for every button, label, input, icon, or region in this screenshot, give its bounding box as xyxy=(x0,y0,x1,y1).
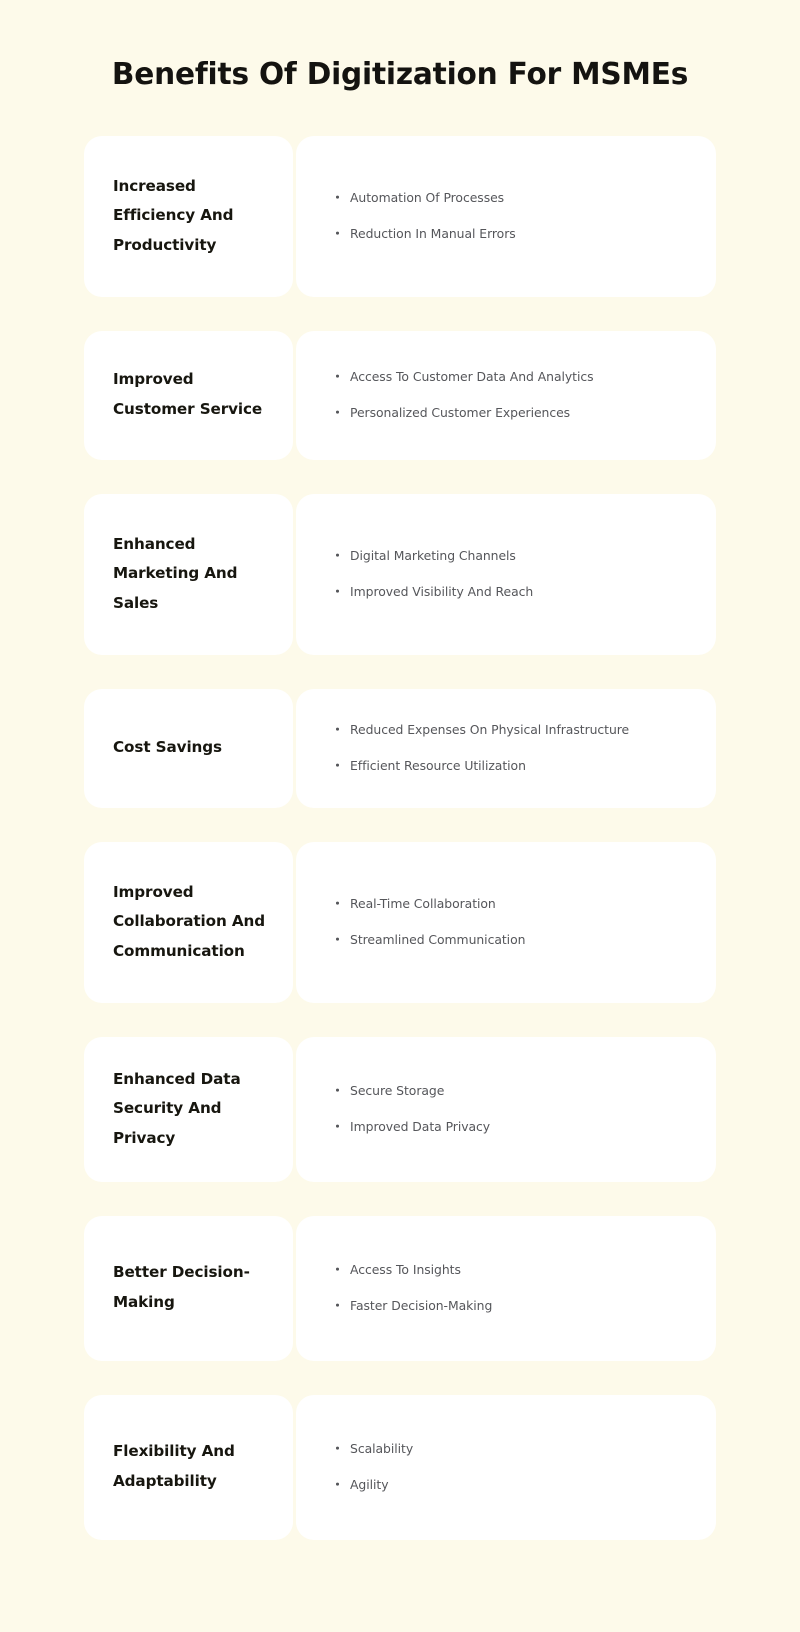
benefit-row: Enhanced Marketing And Sales Digital Mar… xyxy=(84,493,716,655)
benefit-title: Cost Savings xyxy=(113,738,222,757)
bullet-dot-icon xyxy=(336,1267,339,1271)
benefit-title-card: Better Decision-Making xyxy=(84,1215,293,1361)
benefit-points-card: Automation Of Processes Reduction In Man… xyxy=(296,135,716,297)
benefit-point: Access To Customer Data And Analytics xyxy=(336,368,694,385)
benefit-point: Scalability xyxy=(336,1440,694,1457)
benefit-point: Real-Time Collaboration xyxy=(336,895,694,912)
benefit-point: Efficient Resource Utilization xyxy=(336,757,694,774)
benefit-points-list: Reduced Expenses On Physical Infrastruct… xyxy=(336,711,694,786)
benefit-point-label: Real-Time Collaboration xyxy=(350,895,496,911)
benefit-title-card: Increased Efficiency And Productivity xyxy=(84,135,293,297)
benefit-points-card: Reduced Expenses On Physical Infrastruct… xyxy=(296,688,716,808)
benefit-title-card: Cost Savings xyxy=(84,688,293,808)
benefit-point-label: Digital Marketing Channels xyxy=(350,547,516,563)
bullet-dot-icon xyxy=(336,410,339,414)
page-title-container: Benefits Of Digitization For MSMEs xyxy=(0,0,800,94)
benefit-row: Better Decision-Making Access To Insight… xyxy=(84,1215,716,1361)
benefit-row: Increased Efficiency And Productivity Au… xyxy=(84,135,716,297)
benefits-list: Increased Efficiency And Productivity Au… xyxy=(0,135,800,1540)
benefit-point: Reduced Expenses On Physical Infrastruct… xyxy=(336,721,694,738)
benefit-point-label: Personalized Customer Experiences xyxy=(350,404,571,420)
benefit-title: Enhanced Marketing And Sales xyxy=(113,534,238,612)
benefit-row: Flexibility And Adaptability Scalability… xyxy=(84,1394,716,1540)
benefit-points-list: Access To Customer Data And Analytics Pe… xyxy=(336,353,694,438)
benefit-point-label: Automation Of Processes xyxy=(350,189,505,205)
bullet-dot-icon xyxy=(336,1303,339,1307)
bullet-dot-icon xyxy=(336,1088,339,1092)
benefit-point-label: Streamlined Communication xyxy=(350,931,526,947)
page-title: Benefits Of Digitization For MSMEs xyxy=(111,57,689,92)
bullet-dot-icon xyxy=(336,727,339,731)
bullet-dot-icon xyxy=(336,231,339,235)
benefit-points-card: Digital Marketing Channels Improved Visi… xyxy=(296,493,716,655)
bullet-dot-icon xyxy=(336,1446,339,1450)
benefit-point: Digital Marketing Channels xyxy=(336,547,694,564)
benefit-row: Cost Savings Reduced Expenses On Physica… xyxy=(84,688,716,808)
benefit-points-list: Scalability Agility xyxy=(336,1417,694,1518)
benefit-point-label: Faster Decision-Making xyxy=(350,1297,493,1313)
benefit-title: Improved Customer Service xyxy=(113,370,263,419)
bullet-dot-icon xyxy=(336,374,339,378)
benefit-point-label: Secure Storage xyxy=(350,1082,445,1098)
benefit-point-label: Reduced Expenses On Physical Infrastruct… xyxy=(350,721,630,737)
benefit-point: Access To Insights xyxy=(336,1261,694,1278)
benefit-point: Improved Data Privacy xyxy=(336,1118,694,1135)
benefit-point-label: Efficient Resource Utilization xyxy=(350,757,526,773)
benefit-title-card: Enhanced Data Security And Privacy xyxy=(84,1036,293,1182)
benefit-title: Flexibility And Adaptability xyxy=(113,1442,235,1491)
benefit-point-label: Access To Customer Data And Analytics xyxy=(350,368,594,384)
benefit-points-list: Access To Insights Faster Decision-Makin… xyxy=(336,1238,694,1339)
bullet-dot-icon xyxy=(336,1124,339,1128)
benefit-row: Improved Collaboration And Communication… xyxy=(84,841,716,1003)
benefit-point: Improved Visibility And Reach xyxy=(336,583,694,600)
benefit-points-card: Access To Insights Faster Decision-Makin… xyxy=(296,1215,716,1361)
benefit-title-card: Improved Collaboration And Communication xyxy=(84,841,293,1003)
benefit-point-label: Improved Visibility And Reach xyxy=(350,583,534,599)
benefit-points-card: Access To Customer Data And Analytics Pe… xyxy=(296,330,716,460)
benefit-row: Enhanced Data Security And Privacy Secur… xyxy=(84,1036,716,1182)
bullet-dot-icon xyxy=(336,763,339,767)
benefit-title-card: Improved Customer Service xyxy=(84,330,293,460)
benefit-title: Enhanced Data Security And Privacy xyxy=(113,1069,241,1147)
benefit-point: Agility xyxy=(336,1476,694,1493)
benefit-points-list: Secure Storage Improved Data Privacy xyxy=(336,1059,694,1160)
benefit-title-card: Flexibility And Adaptability xyxy=(84,1394,293,1540)
benefit-point: Personalized Customer Experiences xyxy=(336,404,694,421)
benefit-points-list: Real-Time Collaboration Streamlined Comm… xyxy=(336,864,694,981)
bullet-dot-icon xyxy=(336,937,339,941)
bullet-dot-icon xyxy=(336,195,339,199)
benefit-title: Increased Efficiency And Productivity xyxy=(113,176,234,254)
benefit-points-card: Secure Storage Improved Data Privacy xyxy=(296,1036,716,1182)
benefit-point-label: Improved Data Privacy xyxy=(350,1118,491,1134)
benefit-point: Reduction In Manual Errors xyxy=(336,225,694,242)
bullet-dot-icon xyxy=(336,901,339,905)
benefit-point-label: Access To Insights xyxy=(350,1261,461,1277)
benefit-row: Improved Customer Service Access To Cust… xyxy=(84,330,716,460)
benefit-title-card: Enhanced Marketing And Sales xyxy=(84,493,293,655)
benefit-point: Secure Storage xyxy=(336,1082,694,1099)
benefit-title: Improved Collaboration And Communication xyxy=(113,882,266,960)
benefit-points-list: Automation Of Processes Reduction In Man… xyxy=(336,158,694,275)
benefit-points-list: Digital Marketing Channels Improved Visi… xyxy=(336,516,694,633)
benefit-points-card: Scalability Agility xyxy=(296,1394,716,1540)
benefit-point: Faster Decision-Making xyxy=(336,1297,694,1314)
benefit-point: Automation Of Processes xyxy=(336,189,694,206)
benefit-point-label: Scalability xyxy=(350,1440,414,1456)
benefit-point-label: Reduction In Manual Errors xyxy=(350,225,516,241)
bullet-dot-icon xyxy=(336,1482,339,1486)
bullet-dot-icon xyxy=(336,553,339,557)
benefit-point: Streamlined Communication xyxy=(336,931,694,948)
benefit-title: Better Decision-Making xyxy=(113,1263,250,1312)
bullet-dot-icon xyxy=(336,589,339,593)
benefit-points-card: Real-Time Collaboration Streamlined Comm… xyxy=(296,841,716,1003)
infographic-page: Benefits Of Digitization For MSMEs Incre… xyxy=(0,0,800,1632)
benefit-point-label: Agility xyxy=(350,1476,389,1492)
